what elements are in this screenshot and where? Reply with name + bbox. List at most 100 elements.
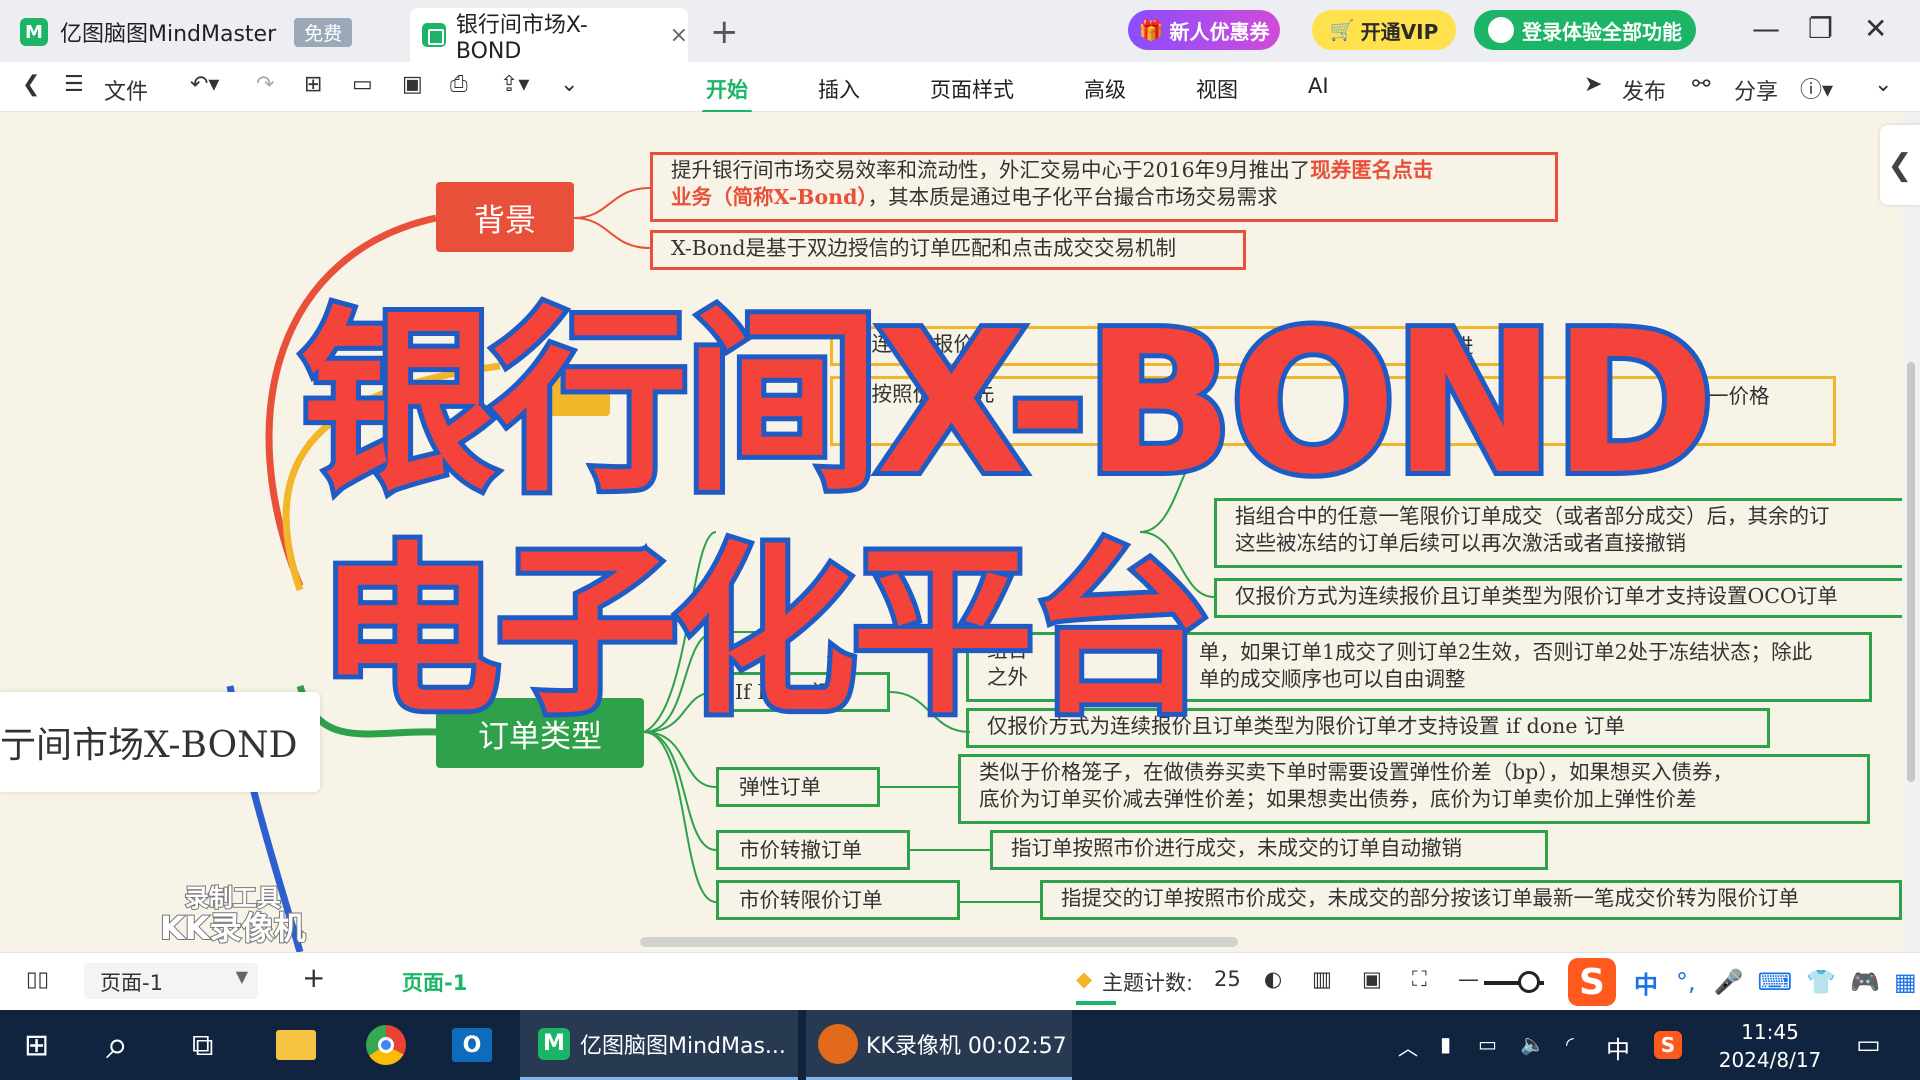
task-view-icon[interactable]: ⧉ — [192, 1010, 213, 1080]
battery-icon[interactable]: ▭ — [1478, 1032, 1497, 1056]
order-type-elastic-desc[interactable]: 类似于价格笼子，在做债券买卖下单时需要设置弹性价差（bp），如果想买入债券， 底… — [958, 754, 1870, 824]
background-note-1[interactable]: 提升银行间市场交易效率和流动性，外汇交易中心于2016年9月推出了现券匿名点击 … — [650, 152, 1558, 222]
notification-icon[interactable]: ▭ — [1856, 1030, 1881, 1060]
usb-icon[interactable]: ▮ — [1440, 1032, 1451, 1056]
search-icon[interactable]: ⌕ — [106, 1010, 128, 1080]
order-type-elastic-desc-line2: 底价为订单买价减去弹性价差；如果想卖出债券，底价为订单卖价加上弹性价差 — [979, 787, 1697, 811]
save-icon[interactable]: ▣ — [402, 72, 423, 97]
taskbar-app-kk-recorder[interactable]: KK录像机 00:02:57 — [806, 1010, 1072, 1080]
coupon-button[interactable]: 🎁 新人优惠券 — [1128, 10, 1280, 50]
order-type-market-cancel-label: 市价转撤订单 — [739, 838, 862, 862]
login-label: 登录体验全部功能 — [1522, 19, 1682, 44]
order-type-market-cancel-desc[interactable]: 指订单按照市价进行成交，未成交的订单自动撤销 — [990, 830, 1548, 870]
order-type-market-to-limit-desc[interactable]: 指提交的订单按照市价成交，未成交的部分按该订单最新一笔成交价转为限价订单 — [1040, 880, 1902, 920]
ime-language[interactable]: 中 — [1634, 965, 1658, 1000]
gamepad-icon[interactable]: 🎮 — [1850, 968, 1880, 996]
share-button[interactable]: 分享 — [1734, 74, 1778, 106]
ime-toolbar[interactable]: S 中 °, 🎤 ⌨ 👕 🎮 ▦ — [1568, 958, 1917, 1006]
vip-button[interactable]: 🛒 开通VIP — [1312, 10, 1456, 50]
clock[interactable]: 11:45 2024/8/17 — [1710, 1018, 1830, 1074]
chrome-icon[interactable] — [366, 1010, 406, 1080]
fullscreen-icon[interactable]: ⛶ — [1412, 967, 1427, 992]
branch-background[interactable]: 背景 — [436, 182, 574, 252]
oco-note-1-line2: 这些被冻结的订单后续可以再次激活或者直接撤销 — [1235, 531, 1686, 555]
document-icon — [422, 23, 446, 47]
print-icon[interactable]: ⎙ — [450, 72, 468, 97]
file-menu[interactable]: 文件 — [104, 74, 148, 106]
gift-icon: 🎁 — [1138, 18, 1164, 42]
redo-icon[interactable]: ↷ — [256, 72, 274, 97]
horizontal-scrollbar[interactable] — [640, 937, 1238, 947]
publish-icon[interactable]: ➤ — [1584, 72, 1602, 97]
zoom-slider-handle[interactable] — [1518, 971, 1540, 993]
app-tab-label: 亿图脑图MindMaster — [60, 22, 277, 47]
menu-view[interactable]: 视图 — [1196, 74, 1238, 104]
publish-button[interactable]: 发布 — [1622, 74, 1666, 106]
order-type-market-to-limit[interactable]: 市价转限价订单 — [716, 880, 960, 920]
document-tab[interactable]: 银行间市场X-BOND × — [410, 8, 688, 64]
microphone-icon[interactable]: 🎤 — [1714, 968, 1744, 996]
taskbar: ⊞ ⌕ ⧉ O M 亿图脑图MindMas... KK录像机 00:02:57 … — [0, 1010, 1920, 1080]
login-button[interactable]: 登录体验全部功能 — [1474, 10, 1696, 50]
topic-count-bar — [1076, 1001, 1116, 1005]
mindmaster-taskbar-icon: M — [538, 1027, 570, 1060]
vip-label: 开通VIP — [1360, 19, 1439, 44]
skin-icon[interactable]: 👕 — [1806, 968, 1836, 996]
windows-start-icon[interactable]: ⊞ — [24, 1010, 49, 1080]
fit-page-icon[interactable]: ▣ — [1362, 967, 1382, 991]
taskbar-app-mindmaster-label: 亿图脑图MindMas... — [580, 1033, 786, 1059]
book-view-icon[interactable]: ▥ — [1312, 967, 1332, 991]
page-select[interactable]: 页面-1 ▼ — [84, 963, 258, 999]
theme-icon[interactable]: ◐ — [1264, 967, 1282, 991]
menu-insert[interactable]: 插入 — [818, 74, 860, 104]
help-icon[interactable]: ⓘ▾ — [1800, 72, 1833, 104]
combo-order-note-b-tail: 单的成交顺序也可以自由调整 — [1199, 667, 1466, 691]
hamburger-menu-icon[interactable]: ☰ — [64, 72, 84, 97]
menu-page-style[interactable]: 页面样式 — [930, 74, 1014, 104]
more-icon[interactable]: ⌄ — [560, 72, 578, 97]
close-window-icon[interactable]: ✕ — [1864, 12, 1887, 45]
close-tab-icon[interactable]: × — [670, 23, 688, 48]
crown-icon: ◆ — [1076, 967, 1093, 991]
new-tab-button[interactable]: + — [710, 12, 739, 52]
order-type-elastic[interactable]: 弹性订单 — [716, 767, 880, 807]
user-icon — [1488, 17, 1514, 43]
oco-note-2[interactable]: 仅报价方式为连续报价且订单类型为限价订单才支持设置OCO订单 — [1214, 578, 1902, 618]
vertical-scrollbar-thumb[interactable] — [1907, 362, 1915, 782]
menu-advanced[interactable]: 高级 — [1084, 74, 1126, 104]
order-type-market-cancel[interactable]: 市价转撤订单 — [716, 830, 910, 870]
central-topic[interactable]: 亍间市场X-BOND — [0, 692, 320, 792]
minimize-icon[interactable]: — — [1752, 12, 1780, 45]
toolbox-icon[interactable]: ▦ — [1894, 968, 1917, 996]
back-icon[interactable]: ❮ — [22, 72, 40, 97]
open-folder-icon[interactable]: ▭ — [352, 72, 373, 97]
export-icon[interactable]: ⇪▾ — [500, 72, 529, 97]
app-tab[interactable]: M 亿图脑图MindMaster 免费 — [20, 8, 400, 56]
outlook-icon[interactable]: O — [452, 1010, 492, 1080]
new-file-icon[interactable]: ⊞ — [304, 72, 322, 97]
tray-ime-language[interactable]: 中 — [1606, 1030, 1630, 1065]
share-icon[interactable]: ⚯ — [1692, 72, 1710, 97]
network-icon[interactable]: ◜ — [1566, 1032, 1574, 1056]
oco-note-2-text: 仅报价方式为连续报价且订单类型为限价订单才支持设置OCO订单 — [1235, 584, 1838, 608]
collapse-ribbon-icon[interactable]: ⌄ — [1874, 72, 1892, 97]
menu-ai[interactable]: AI — [1308, 74, 1329, 98]
menu-start[interactable]: 开始 — [702, 74, 752, 114]
page-tab[interactable]: 页面-1 — [402, 967, 467, 997]
page-panel-icon[interactable]: ▯▯ — [26, 967, 49, 991]
add-page-button[interactable]: + — [302, 961, 325, 994]
punctuation-icon[interactable]: °, — [1676, 968, 1696, 996]
title-bar: M 亿图脑图MindMaster 免费 银行间市场X-BOND × + 🎁 新人… — [0, 0, 1920, 64]
zoom-out-icon[interactable]: — — [1458, 967, 1479, 991]
order-type-elastic-desc-line1: 类似于价格笼子，在做债券买卖下单时需要设置弹性价差（bp），如果想买入债券， — [979, 760, 1733, 784]
tray-expand-icon[interactable]: ︿ — [1398, 1032, 1418, 1061]
volume-icon[interactable]: 🔈 — [1520, 1032, 1545, 1056]
side-panel-toggle-icon[interactable]: ❮ — [1880, 125, 1920, 205]
sogou-tray-icon[interactable]: S — [1654, 1031, 1682, 1059]
file-explorer-icon[interactable] — [276, 1010, 316, 1080]
keyboard-icon[interactable]: ⌨ — [1758, 968, 1793, 996]
taskbar-app-mindmaster[interactable]: M 亿图脑图MindMas... — [520, 1010, 798, 1080]
undo-icon[interactable]: ↶▾ — [190, 72, 219, 97]
vertical-scrollbar[interactable] — [1902, 112, 1920, 952]
restore-icon[interactable]: ❐ — [1808, 12, 1833, 45]
